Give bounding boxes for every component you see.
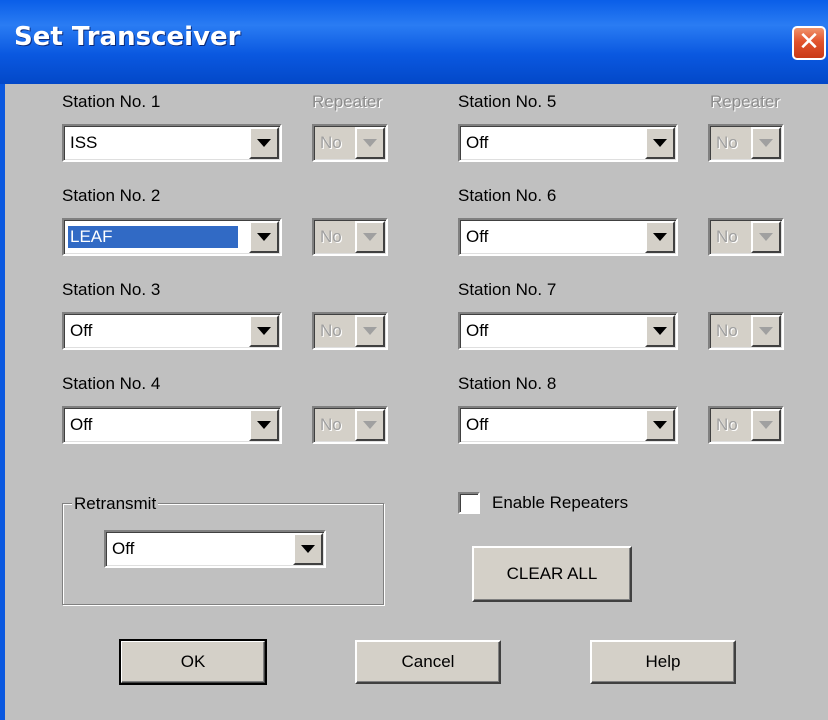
retransmit-value: Off [112,539,135,558]
dropdown-arrow-button [355,221,385,253]
close-button[interactable]: ✕ [792,26,826,60]
station-7-value: Off [466,321,489,340]
station-4-value: Off [70,415,93,434]
dropdown-arrow-button[interactable] [249,127,279,159]
dropdown-arrow-button[interactable] [645,409,675,441]
dropdown-arrow-button[interactable] [249,315,279,347]
station-1-label: Station No. 1 [62,92,161,111]
help-button[interactable]: Help [590,640,736,684]
station-1-select[interactable]: ISS [62,124,282,162]
ok-button[interactable]: OK [119,639,267,685]
station-1-repeater-select: No [312,124,388,162]
window-title: Set Transceiver [14,22,241,52]
station-2-select[interactable]: LEAF [62,218,282,256]
station-8-value: Off [466,415,489,434]
station-5-repeater-value: No [716,133,738,152]
chevron-down-icon [759,421,773,429]
chevron-down-icon [363,139,377,147]
station-3-label: Station No. 3 [62,280,161,299]
chevron-down-icon [759,233,773,241]
station-2-label: Station No. 2 [62,186,161,205]
enable-repeaters-checkbox[interactable] [458,492,480,514]
station-7-repeater-value: No [716,321,738,340]
station-3-value: Off [70,321,93,340]
station-8-repeater-value: No [716,415,738,434]
dropdown-arrow-button[interactable] [293,533,323,565]
dropdown-arrow-button [751,127,781,159]
dropdown-arrow-button [751,221,781,253]
dropdown-arrow-button[interactable] [645,127,675,159]
dropdown-arrow-button [751,409,781,441]
station-1-value: ISS [70,133,98,152]
station-2-value: LEAF [68,226,238,248]
station-7-select[interactable]: Off [458,312,678,350]
dropdown-arrow-button [355,409,385,441]
dropdown-arrow-button[interactable] [645,221,675,253]
station-6-value: Off [466,227,489,246]
chevron-down-icon [257,139,271,147]
close-icon: ✕ [798,27,820,57]
station-2-repeater-select: No [312,218,388,256]
chevron-down-icon [363,421,377,429]
station-7-label: Station No. 7 [458,280,557,299]
station-5-value: Off [466,133,489,152]
station-5-select[interactable]: Off [458,124,678,162]
set-transceiver-dialog: Set Transceiver ✕ Station No. 1 Repeater… [0,0,828,720]
station-6-repeater-select: No [708,218,784,256]
retransmit-group-label: Retransmit [72,494,159,514]
cancel-button[interactable]: Cancel [355,640,501,684]
station-8-repeater-select: No [708,406,784,444]
station-4-repeater-value: No [320,415,342,434]
chevron-down-icon [759,139,773,147]
chevron-down-icon [363,327,377,335]
chevron-down-icon [653,233,667,241]
enable-repeaters-label[interactable]: Enable Repeaters [492,493,628,513]
dropdown-arrow-button [751,315,781,347]
chevron-down-icon [257,327,271,335]
station-7-repeater-select: No [708,312,784,350]
window-border [0,84,5,720]
chevron-down-icon [257,233,271,241]
chevron-down-icon [653,421,667,429]
station-1-repeater-label: Repeater [312,92,382,111]
chevron-down-icon [301,545,315,553]
station-5-repeater-label: Repeater [710,92,780,111]
station-6-repeater-value: No [716,227,738,246]
chevron-down-icon [759,327,773,335]
station-4-repeater-select: No [312,406,388,444]
station-2-repeater-value: No [320,227,342,246]
dropdown-arrow-button[interactable] [249,409,279,441]
station-3-repeater-select: No [312,312,388,350]
station-6-select[interactable]: Off [458,218,678,256]
clear-all-button[interactable]: CLEAR ALL [472,546,632,602]
dropdown-arrow-button [355,315,385,347]
station-4-label: Station No. 4 [62,374,161,393]
station-6-label: Station No. 6 [458,186,557,205]
station-5-label: Station No. 5 [458,92,557,111]
station-1-repeater-value: No [320,133,342,152]
chevron-down-icon [653,327,667,335]
station-3-select[interactable]: Off [62,312,282,350]
station-3-repeater-value: No [320,321,342,340]
dropdown-arrow-button [355,127,385,159]
chevron-down-icon [363,233,377,241]
station-5-repeater-select: No [708,124,784,162]
dropdown-arrow-button[interactable] [645,315,675,347]
dropdown-arrow-button[interactable] [249,221,279,253]
station-8-label: Station No. 8 [458,374,557,393]
station-8-select[interactable]: Off [458,406,678,444]
chevron-down-icon [257,421,271,429]
retransmit-select[interactable]: Off [104,530,326,568]
title-bar[interactable]: Set Transceiver ✕ [0,0,828,84]
station-4-select[interactable]: Off [62,406,282,444]
chevron-down-icon [653,139,667,147]
